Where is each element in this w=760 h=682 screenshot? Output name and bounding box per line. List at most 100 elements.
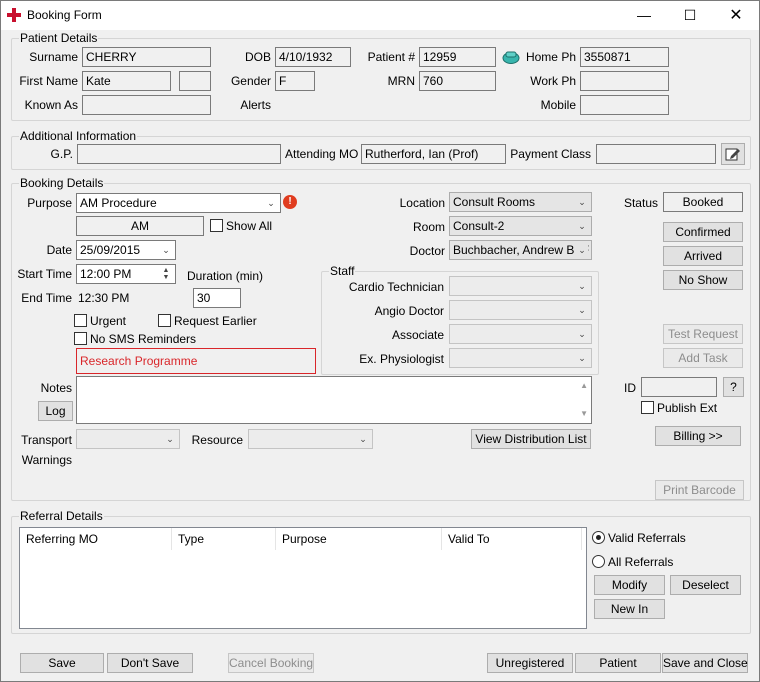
knownas-field[interactable] [82,95,211,115]
id-field[interactable] [641,377,717,397]
chevron-down-icon: ⌄ [166,434,174,444]
column-header[interactable]: Valid To [442,528,582,550]
associate-select[interactable]: ⌄ [449,324,592,344]
firstname-label: First Name [19,74,78,88]
log-button[interactable]: Log [38,401,73,421]
start-time-spinner[interactable]: 12:00 PM ▲ ▼ [76,264,176,284]
deselect-button[interactable]: Deselect [670,575,741,595]
arrived-button[interactable]: Arrived [663,246,743,266]
notes-textarea[interactable]: ▲ ▼ [76,376,592,424]
view-distribution-button[interactable]: View Distribution List [471,429,591,449]
showall-label: Show All [226,219,273,233]
column-header[interactable]: Purpose [276,528,442,550]
mobile-label: Mobile [540,98,576,112]
cancel-booking-button[interactable]: Cancel Booking [228,653,314,673]
chevron-down-icon: ⌄ [578,197,586,207]
dob-label: DOB [244,50,271,64]
payment-label: Payment Class [510,147,591,161]
homeph-label: Home Ph [525,50,576,64]
dob-field[interactable]: 4/10/1932 [275,47,351,67]
request-earlier-checkbox[interactable] [158,314,171,327]
date-picker[interactable]: 25/09/2015 ⌄ [76,240,176,260]
save-button[interactable]: Save [20,653,104,673]
scroll-down-icon[interactable]: ▼ [580,407,588,421]
doctor-select[interactable]: Buchbacher, Andrew B (F ⌄ [449,240,592,260]
id-help-button[interactable]: ? [723,377,744,397]
maximize-icon[interactable]: ☐ [667,1,713,30]
room-value: Consult-2 [453,219,505,233]
edit-icon[interactable] [721,143,745,165]
gender-field[interactable]: F [275,71,315,91]
research-programme-field[interactable]: Research Programme [76,348,316,374]
transport-select[interactable]: ⌄ [76,429,180,449]
attending-field[interactable]: Rutherford, Ian (Prof) [361,144,506,164]
ampm-field: AM [76,216,204,236]
start-value: 12:00 PM [80,267,132,281]
angio-label: Angio Doctor [374,304,444,318]
column-header[interactable]: Referring MO [20,528,172,550]
urgent-checkbox[interactable] [74,314,87,327]
additional-info-title: Additional Information [19,129,138,143]
referral-list[interactable]: Referring MO Type Purpose Valid To [19,527,587,629]
test-request-button[interactable]: Test Request [663,324,743,344]
doctor-value: Buchbacher, Andrew B (F [453,243,590,257]
resource-select[interactable]: ⌄ [248,429,373,449]
print-barcode-button[interactable]: Print Barcode [655,480,744,500]
gp-field[interactable] [77,144,281,164]
homeph-field[interactable]: 3550871 [580,47,669,67]
minimize-icon[interactable]: — [621,1,667,30]
workph-label: Work Ph [530,74,576,88]
chevron-down-icon: ⌄ [162,245,170,255]
surname-field[interactable]: CHERRY [82,47,211,67]
doctor-label: Doctor [409,244,445,258]
valid-referrals-label: Valid Referrals [608,531,686,545]
all-referrals-radio[interactable] [592,555,605,568]
column-header[interactable]: Type [172,528,276,550]
dont-save-button[interactable]: Don't Save [107,653,193,673]
angio-select[interactable]: ⌄ [449,300,592,320]
purpose-label: Purpose [27,196,72,210]
room-select[interactable]: Consult-2 ⌄ [449,216,592,236]
showall-checkbox[interactable] [210,219,223,232]
publish-checkbox[interactable] [641,401,654,414]
physio-select[interactable]: ⌄ [449,348,592,368]
phone-icon[interactable] [502,49,520,65]
transport-label: Transport [21,433,72,447]
billing-button[interactable]: Billing >> [655,426,741,446]
modify-button[interactable]: Modify [594,575,665,595]
request-earlier-label: Request Earlier [174,314,257,328]
firstname-field[interactable]: Kate [82,71,171,91]
warning-icon: ! [283,195,297,209]
workph-field[interactable] [580,71,669,91]
date-value: 25/09/2015 [80,243,141,257]
close-icon[interactable]: ✕ [713,1,759,30]
initial-field[interactable] [179,71,211,91]
nosms-checkbox[interactable] [74,332,87,345]
spinner-icon[interactable]: ▲ ▼ [160,267,172,281]
valid-referrals-radio[interactable] [592,531,605,544]
window-title: Booking Form [27,8,102,22]
location-select[interactable]: Consult Rooms ⌄ [449,192,592,212]
chevron-down-icon: ⌄ [578,329,586,339]
mobile-field[interactable] [580,95,669,115]
scroll-up-icon[interactable]: ▲ [580,379,588,393]
status-label: Status [623,196,658,210]
surname-label: Surname [29,50,78,64]
unregistered-button[interactable]: Unregistered [487,653,573,673]
chevron-down-icon: ⌄ [576,243,588,257]
patientno-field[interactable]: 12959 [419,47,496,67]
save-and-close-button[interactable]: Save and Close [662,653,748,673]
payment-field[interactable] [596,144,716,164]
mrn-field[interactable]: 760 [419,71,496,91]
new-in-button[interactable]: New In [594,599,665,619]
patientno-label: Patient # [367,50,415,64]
patient-button[interactable]: Patient [575,653,661,673]
resource-label: Resource [191,433,243,447]
purpose-select[interactable]: AM Procedure ⌄ [76,193,281,213]
confirmed-button[interactable]: Confirmed [663,222,743,242]
add-task-button[interactable]: Add Task [663,348,743,368]
referral-details-title: Referral Details [19,509,104,523]
cardio-select[interactable]: ⌄ [449,276,592,296]
duration-field[interactable]: 30 [193,288,241,308]
noshow-button[interactable]: No Show [663,270,743,290]
